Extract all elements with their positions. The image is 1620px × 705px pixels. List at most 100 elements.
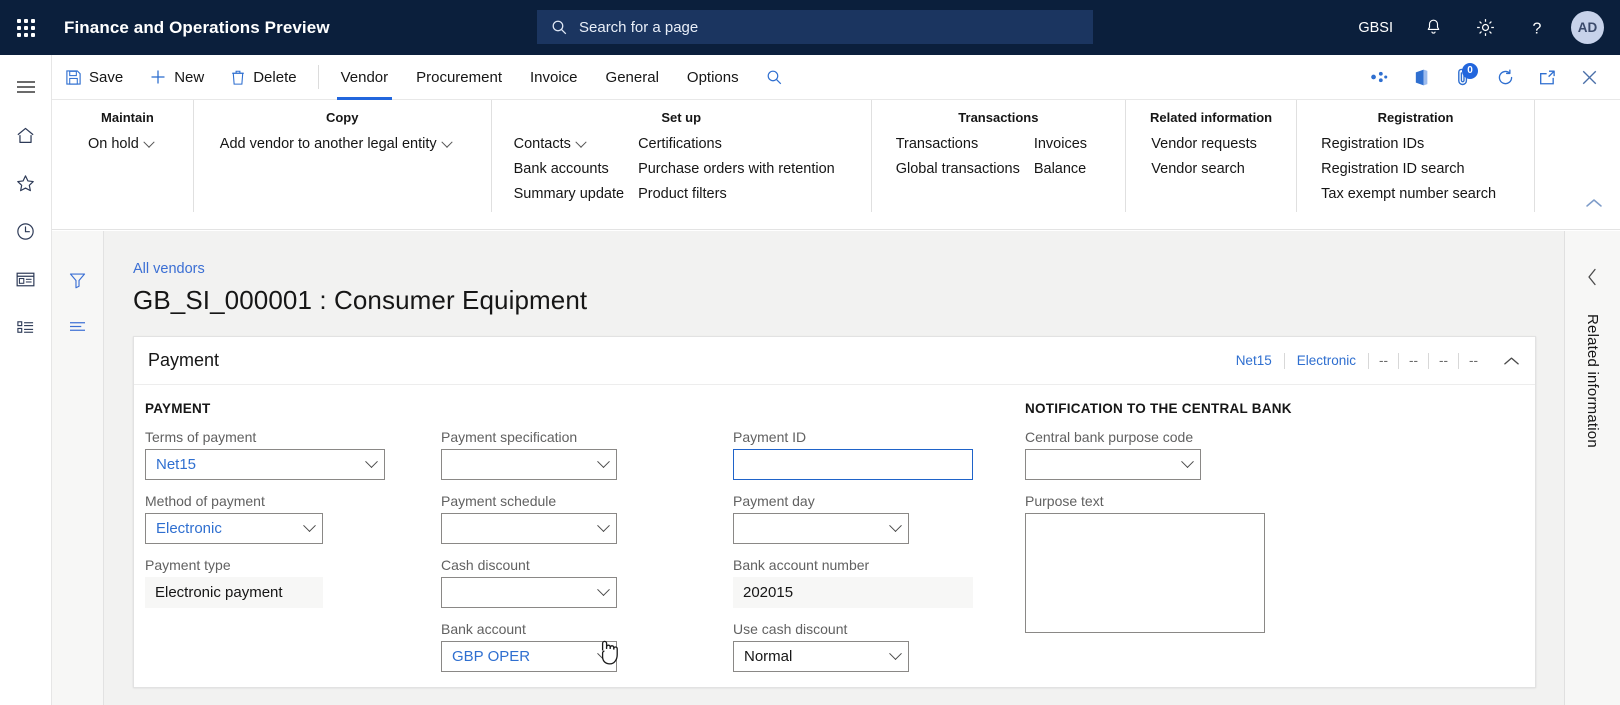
central-bank-purpose-code-dropdown[interactable] bbox=[1025, 449, 1201, 480]
global-search-box[interactable]: Search for a page bbox=[537, 10, 1093, 44]
field-label: Central bank purpose code bbox=[1025, 429, 1194, 445]
ribbon-item-add-vendor-to-another-legal-entity[interactable]: Add vendor to another legal entity bbox=[220, 132, 465, 157]
ribbon-item-bank-accounts[interactable]: Bank accounts bbox=[514, 157, 638, 182]
action-pane: Maintain On hold Copy Add vendor to anot… bbox=[52, 100, 1620, 230]
form-content-area: All vendors GB_SI_000001 : Consumer Equi… bbox=[52, 231, 1564, 705]
command-search-button[interactable] bbox=[753, 55, 796, 100]
attachments-icon[interactable]: 0 bbox=[1442, 55, 1484, 100]
chevron-up-icon[interactable] bbox=[1584, 196, 1604, 214]
summary-method-of-payment[interactable]: Electronic bbox=[1285, 352, 1369, 369]
field-label: Payment type bbox=[145, 557, 231, 573]
payment-day-dropdown[interactable] bbox=[733, 513, 909, 544]
ribbon-item-vendor-search[interactable]: Vendor search bbox=[1151, 157, 1271, 182]
bell-icon[interactable] bbox=[1407, 0, 1459, 55]
terms-of-payment-dropdown[interactable]: Net15 bbox=[145, 449, 385, 480]
ribbon-item-registration-ids[interactable]: Registration IDs bbox=[1321, 132, 1510, 157]
payment-specification-dropdown[interactable] bbox=[441, 449, 617, 480]
ribbon-item-purchase-orders-with-retention[interactable]: Purchase orders with retention bbox=[638, 157, 849, 182]
app-title: Finance and Operations Preview bbox=[64, 17, 330, 37]
field-label: Payment ID bbox=[733, 429, 807, 445]
summary-terms-of-payment[interactable]: Net15 bbox=[1224, 352, 1285, 369]
ribbon-group-title: Related information bbox=[1150, 110, 1273, 125]
ribbon-item-vendor-requests[interactable]: Vendor requests bbox=[1151, 132, 1271, 157]
ribbon-group-title: Registration bbox=[1377, 110, 1454, 125]
modules-list-icon[interactable] bbox=[0, 303, 52, 351]
payment-column-1: PAYMENT Terms of payment Net15 Method of… bbox=[134, 401, 430, 685]
breadcrumb[interactable]: All vendors bbox=[133, 261, 205, 277]
company-selector[interactable]: GBSI bbox=[1344, 20, 1407, 36]
ribbon-item-on-hold[interactable]: On hold bbox=[88, 132, 167, 157]
svg-text:?: ? bbox=[1533, 20, 1542, 37]
tab-options[interactable]: Options bbox=[673, 55, 753, 100]
chevron-down-icon bbox=[889, 647, 902, 661]
tab-vendor[interactable]: Vendor bbox=[327, 55, 403, 100]
chevron-down-icon bbox=[303, 519, 316, 533]
form-content: All vendors GB_SI_000001 : Consumer Equi… bbox=[104, 231, 1564, 705]
ribbon-item-global-transactions[interactable]: Global transactions bbox=[896, 157, 1034, 182]
use-cash-discount-dropdown[interactable]: Normal bbox=[733, 641, 909, 672]
office-app-icon[interactable] bbox=[1400, 55, 1442, 100]
command-bar-right-actions: 0 bbox=[1358, 55, 1620, 100]
chevron-left-icon[interactable] bbox=[1586, 267, 1599, 292]
purpose-text-textarea[interactable] bbox=[1025, 513, 1265, 633]
ribbon-item-registration-id-search[interactable]: Registration ID search bbox=[1321, 157, 1510, 182]
tab-general[interactable]: General bbox=[592, 55, 673, 100]
ribbon-item-transactions[interactable]: Transactions bbox=[896, 132, 1034, 157]
hamburger-menu-icon[interactable] bbox=[0, 63, 52, 111]
field-payment-schedule: Payment schedule bbox=[441, 493, 722, 544]
field-payment-specification: Payment specification bbox=[441, 429, 722, 480]
save-icon bbox=[65, 69, 82, 86]
payment-schedule-dropdown[interactable] bbox=[441, 513, 617, 544]
field-cash-discount: Cash discount bbox=[441, 557, 722, 608]
related-information-pane: Related information bbox=[1564, 231, 1620, 705]
tab-invoice[interactable]: Invoice bbox=[516, 55, 592, 100]
avatar[interactable]: AD bbox=[1571, 11, 1604, 44]
filter-icon[interactable] bbox=[52, 257, 104, 303]
bank-account-dropdown[interactable]: GBP OPER bbox=[441, 641, 617, 672]
save-button[interactable]: Save bbox=[52, 55, 136, 100]
clock-icon[interactable] bbox=[0, 207, 52, 255]
close-icon[interactable] bbox=[1568, 55, 1610, 100]
chevron-down-icon bbox=[597, 455, 610, 469]
home-icon[interactable] bbox=[0, 111, 52, 159]
chevron-up-icon[interactable] bbox=[1488, 355, 1521, 367]
search-icon bbox=[551, 19, 568, 36]
open-in-new-window-icon[interactable] bbox=[1526, 55, 1568, 100]
workspace-icon[interactable] bbox=[0, 255, 52, 303]
field-bank-account-number: Bank account number 202015 bbox=[733, 557, 1014, 608]
method-of-payment-dropdown[interactable]: Electronic bbox=[145, 513, 323, 544]
star-icon[interactable] bbox=[0, 159, 52, 207]
payment-id-input[interactable] bbox=[733, 449, 973, 480]
new-button[interactable]: New bbox=[136, 55, 217, 100]
refresh-icon[interactable] bbox=[1484, 55, 1526, 100]
tab-procurement[interactable]: Procurement bbox=[402, 55, 516, 100]
ribbon-item-invoices[interactable]: Invoices bbox=[1034, 132, 1101, 157]
app-launcher-icon[interactable] bbox=[0, 0, 52, 55]
ribbon-item-balance[interactable]: Balance bbox=[1034, 157, 1101, 182]
new-button-label: New bbox=[174, 68, 205, 86]
bank-account-number-readonly: 202015 bbox=[733, 577, 973, 608]
field-bank-account: Bank account GBP OPER bbox=[441, 621, 722, 672]
cash-discount-dropdown[interactable] bbox=[441, 577, 617, 608]
command-bar: Save New Delete Vendor Procurement Invoi… bbox=[52, 55, 1620, 100]
ribbon-group-related-information: Related information Vendor requests Vend… bbox=[1126, 100, 1298, 212]
command-bar-divider bbox=[317, 65, 319, 89]
ribbon-item-summary-update[interactable]: Summary update bbox=[514, 182, 638, 207]
top-navigation-bar: Finance and Operations Preview Search fo… bbox=[0, 0, 1620, 55]
question-mark-icon[interactable]: ? bbox=[1511, 0, 1563, 55]
section-label-payment: PAYMENT bbox=[145, 401, 211, 416]
ribbon-item-tax-exempt-number-search[interactable]: Tax exempt number search bbox=[1321, 182, 1510, 207]
sections-list-icon[interactable] bbox=[52, 303, 104, 349]
delete-button-label: Delete bbox=[253, 68, 297, 86]
ribbon-item-certifications[interactable]: Certifications bbox=[638, 132, 849, 157]
ribbon-item-contacts[interactable]: Contacts bbox=[514, 132, 638, 157]
personalize-icon[interactable] bbox=[1358, 55, 1400, 100]
field-terms-of-payment: Terms of payment Net15 bbox=[145, 429, 430, 480]
method-of-payment-value: Electronic bbox=[156, 520, 222, 537]
payment-column-2: Payment specification Payment schedule C… bbox=[430, 401, 722, 685]
field-label: Use cash discount bbox=[733, 621, 848, 637]
gear-icon[interactable] bbox=[1459, 0, 1511, 55]
payment-fasttab-header[interactable]: Payment Net15 Electronic -- -- -- -- bbox=[134, 337, 1535, 385]
delete-button[interactable]: Delete bbox=[217, 55, 309, 100]
ribbon-item-product-filters[interactable]: Product filters bbox=[638, 182, 849, 207]
